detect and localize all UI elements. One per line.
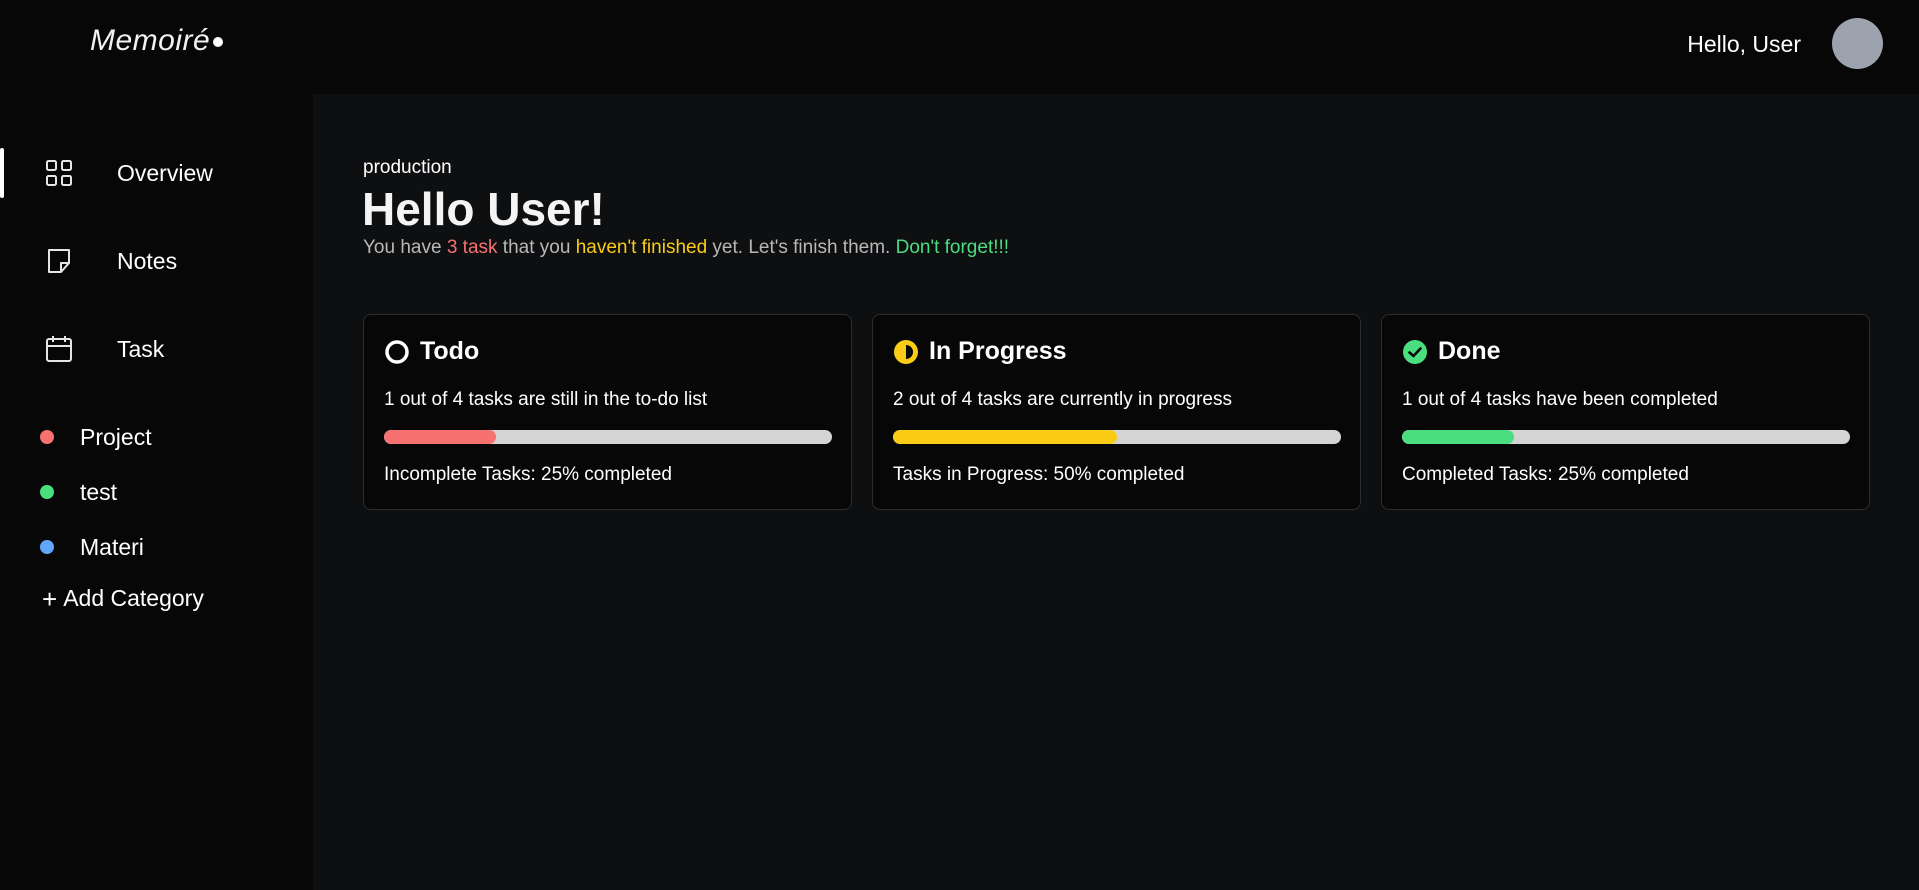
sidebar-item-notes[interactable]: Notes	[0, 231, 313, 291]
sidebar-item-overview[interactable]: Overview	[0, 143, 313, 203]
calendar-icon	[46, 336, 72, 362]
avatar[interactable]	[1832, 18, 1883, 69]
category-label: Materi	[80, 533, 144, 560]
add-category-label: Add Category	[63, 585, 204, 611]
card-title: In Progress	[929, 337, 1067, 365]
reminder-text: Don't forget!!!	[895, 237, 1010, 258]
subtitle-text: You have	[363, 237, 447, 258]
card-footer: Tasks in Progress: 50% completed	[893, 464, 1185, 485]
task-count-text: 3 task	[446, 237, 498, 258]
app-logo[interactable]: Memoiré	[90, 24, 224, 58]
circle-outline-icon	[385, 339, 409, 364]
top-header: Memoiré Hello, User	[0, 0, 1919, 94]
workspace-label: production	[363, 157, 452, 178]
card-description: 1 out of 4 tasks are still in the to-do …	[384, 389, 708, 410]
app: Memoiré Hello, User Overview Notes Task …	[0, 0, 1919, 890]
card-description: 2 out of 4 tasks are currently in progre…	[893, 389, 1232, 410]
card-description: 1 out of 4 tasks have been completed	[1402, 389, 1718, 410]
card-header: Todo	[384, 337, 479, 366]
card-footer: Completed Tasks: 25% completed	[1402, 464, 1689, 485]
page-title: Hello User!	[362, 183, 605, 235]
grid-icon	[46, 160, 72, 186]
progress-bar	[893, 430, 1341, 444]
page-subtitle: You have 3 task that you haven't finishe…	[363, 237, 1009, 259]
card-footer: Incomplete Tasks: 25% completed	[384, 464, 672, 485]
subtitle-text: yet. Let's finish them.	[707, 237, 896, 258]
in-progress-card: In Progress 2 out of 4 tasks are current…	[872, 314, 1361, 510]
progress-fill	[893, 430, 1117, 444]
card-title: Todo	[420, 337, 480, 365]
progress-fill	[1402, 430, 1514, 444]
progress-fill	[384, 430, 496, 444]
sidebar-item-task[interactable]: Task	[0, 319, 313, 379]
category-item-materi[interactable]: Materi	[0, 529, 313, 565]
done-card: Done 1 out of 4 tasks have been complete…	[1381, 314, 1870, 510]
user-greeting: Hello, User	[1687, 31, 1801, 57]
category-dot-icon	[40, 485, 54, 499]
sidebar-item-label: Overview	[117, 159, 213, 186]
card-title: Done	[1438, 337, 1501, 365]
card-header: Done	[1402, 337, 1501, 366]
logo-text: Memoiré	[90, 24, 211, 57]
todo-card: Todo 1 out of 4 tasks are still in the t…	[363, 314, 852, 510]
sticky-note-icon	[48, 249, 70, 273]
category-dot-icon	[40, 430, 54, 444]
half-circle-icon	[894, 339, 918, 364]
plus-icon: +	[42, 583, 58, 614]
category-item-project[interactable]: Project	[0, 419, 313, 455]
main-content: production Hello User! You have 3 task t…	[313, 94, 1919, 890]
add-category-button[interactable]: + Add Category	[42, 585, 204, 612]
category-label: Project	[80, 423, 152, 450]
logo-dot-icon	[213, 37, 224, 48]
subtitle-text: that you	[497, 237, 576, 258]
sidebar-item-label: Task	[117, 335, 165, 362]
sidebar: Overview Notes Task Project test Materi …	[0, 94, 313, 890]
progress-bar	[1402, 430, 1850, 444]
check-circle-icon	[1403, 339, 1427, 364]
active-indicator	[0, 148, 4, 198]
sidebar-item-label: Notes	[117, 247, 178, 274]
card-header: In Progress	[893, 337, 1067, 366]
status-text: haven't finished	[575, 237, 708, 258]
progress-bar	[384, 430, 832, 444]
category-label: test	[80, 478, 118, 505]
category-item-test[interactable]: test	[0, 474, 313, 510]
category-dot-icon	[40, 540, 54, 554]
